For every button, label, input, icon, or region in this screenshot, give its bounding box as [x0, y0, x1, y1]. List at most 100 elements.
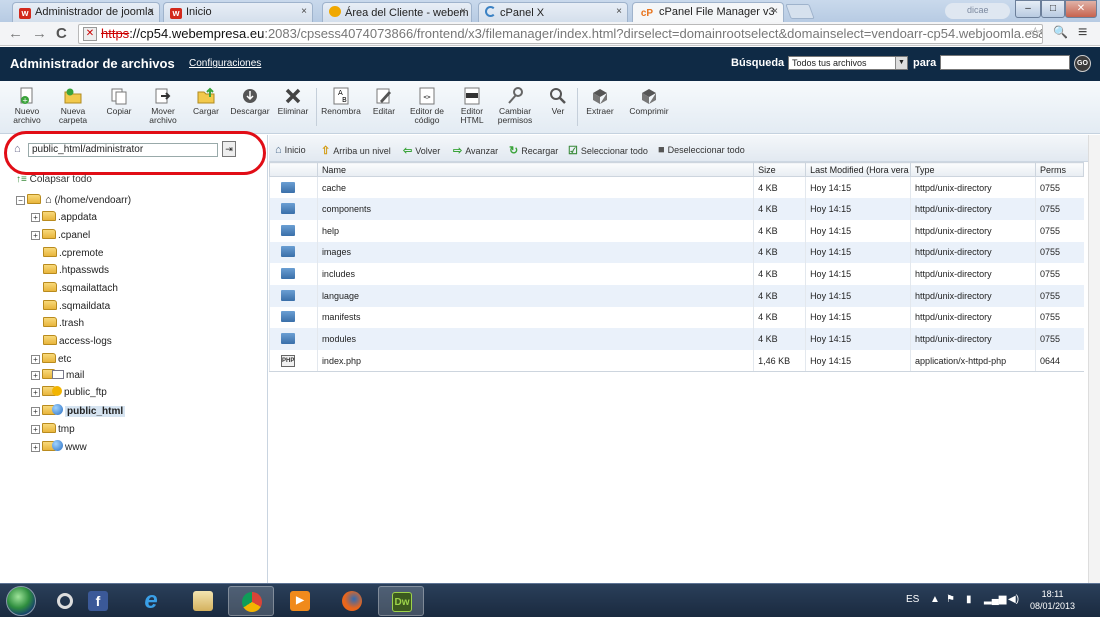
rename-button[interactable]: AB Renombra — [320, 87, 362, 116]
up-level-button[interactable]: ⇧ Arriba un nivel — [321, 144, 391, 157]
tab-cpanel-x[interactable]: cPanel X × — [478, 2, 628, 22]
file-perms[interactable]: 0755 — [1034, 198, 1084, 220]
close-tab-icon[interactable]: × — [460, 6, 466, 17]
close-tab-icon[interactable]: × — [148, 6, 154, 17]
forward-icon[interactable]: → — [32, 25, 47, 42]
settings-link[interactable]: Configuraciones — [189, 58, 261, 69]
table-row[interactable]: language 4 KB Hoy 14:15 httpd/unix-direc… — [269, 284, 1084, 307]
file-perms[interactable]: 0755 — [1034, 219, 1084, 242]
table-row[interactable]: PHP index.php 1,46 KB Hoy 14:15 applicat… — [269, 350, 1084, 373]
signal-icon[interactable]: ▂▄▆ — [984, 594, 1006, 605]
back-icon[interactable]: ← — [8, 25, 23, 42]
taskbar-app[interactable]: f — [75, 586, 121, 616]
tree-item-htpasswds[interactable]: .htpasswds — [43, 264, 109, 278]
taskbar-app-active[interactable]: Dw — [378, 586, 424, 616]
file-perms[interactable]: 0755 — [1034, 284, 1084, 307]
tab-area-cliente[interactable]: Área del Cliente - webem × — [322, 2, 472, 22]
perms-column-header[interactable]: Perms — [1034, 162, 1085, 177]
table-row[interactable]: images 4 KB Hoy 14:15 httpd/unix-directo… — [269, 241, 1084, 264]
file-perms[interactable]: 0755 — [1034, 241, 1084, 264]
view-button[interactable]: Ver — [544, 87, 572, 116]
home-nav-button[interactable]: ⌂ Inicio — [275, 144, 306, 156]
download-button[interactable]: Descargar — [228, 87, 272, 116]
tree-item-tmp[interactable]: + tmp — [31, 423, 75, 437]
tree-item-access-logs[interactable]: access-logs — [43, 335, 112, 349]
file-name[interactable]: help — [316, 219, 754, 242]
table-row[interactable]: modules 4 KB Hoy 14:15 httpd/unix-direct… — [269, 328, 1084, 350]
search-input[interactable] — [940, 55, 1070, 70]
system-clock[interactable]: 18:11 08/01/2013 — [1030, 588, 1075, 612]
bookmark-star-icon[interactable]: ☆ — [1029, 24, 1042, 41]
file-name[interactable]: cache — [316, 176, 754, 199]
collapse-all-link[interactable]: ↑≡ Colapsar todo — [16, 174, 92, 185]
change-permissions-button[interactable]: Cambiar permisos — [494, 87, 536, 125]
tree-item-cpanel[interactable]: + .cpanel — [31, 229, 90, 243]
start-button[interactable] — [6, 586, 36, 616]
table-row[interactable]: manifests 4 KB Hoy 14:15 httpd/unix-dire… — [269, 306, 1084, 329]
file-perms[interactable]: 0644 — [1034, 350, 1084, 373]
tree-item-cpremote[interactable]: .cpremote — [43, 247, 103, 261]
forward-nav-button[interactable]: ⇨ Avanzar — [453, 144, 498, 157]
tree-item-sqmaildata[interactable]: .sqmaildata — [43, 300, 110, 314]
tree-item-etc[interactable]: + etc — [31, 353, 71, 367]
file-perms[interactable]: 0755 — [1034, 263, 1084, 285]
table-row[interactable]: help 4 KB Hoy 14:15 httpd/unix-directory… — [269, 219, 1084, 242]
tree-item-trash[interactable]: .trash — [43, 317, 84, 331]
language-indicator[interactable]: ES — [906, 594, 919, 605]
file-name[interactable]: index.php — [316, 350, 754, 373]
url-input[interactable]: ✕ https://cp54.webempresa.eu:2083/cpsess… — [78, 24, 1043, 44]
taskbar-app[interactable] — [180, 586, 226, 616]
taskbar-app[interactable]: ▶ — [277, 586, 323, 616]
size-column-header[interactable]: Size — [753, 162, 807, 177]
file-name[interactable]: components — [316, 198, 754, 220]
search-icon[interactable]: 🔍 — [1053, 25, 1068, 39]
search-scope-select[interactable]: Todos tus archivos ▼ — [788, 56, 908, 70]
file-name[interactable]: includes — [316, 263, 754, 285]
maximize-button[interactable]: □ — [1041, 0, 1065, 18]
tree-item-public-html[interactable]: + public_html — [31, 404, 126, 418]
upload-button[interactable]: Cargar — [190, 87, 222, 116]
table-row[interactable]: includes 4 KB Hoy 14:15 httpd/unix-direc… — [269, 263, 1084, 285]
taskbar-app[interactable]: e — [128, 586, 174, 616]
taskbar-app-active[interactable] — [228, 586, 274, 616]
taskbar-app[interactable] — [329, 586, 375, 616]
move-file-button[interactable]: Mover archivo — [144, 87, 182, 125]
file-name[interactable]: manifests — [316, 306, 754, 329]
battery-icon[interactable]: ▮ — [966, 594, 972, 605]
name-column-header[interactable]: Name — [316, 162, 755, 177]
reload-icon[interactable]: C — [56, 25, 67, 42]
table-row[interactable]: cache 4 KB Hoy 14:15 httpd/unix-director… — [269, 176, 1084, 199]
extract-button[interactable]: Extraer — [582, 87, 618, 116]
tree-item-public-ftp[interactable]: + public_ftp — [31, 386, 107, 400]
delete-button[interactable]: Eliminar — [274, 87, 312, 116]
file-perms[interactable]: 0755 — [1034, 328, 1084, 350]
network-flag-icon[interactable]: ⚑ — [946, 594, 955, 605]
close-tab-icon[interactable]: × — [616, 6, 622, 17]
tree-item-www[interactable]: + www — [31, 440, 87, 454]
new-tab-button[interactable] — [785, 4, 815, 19]
tree-root[interactable]: − ⌂ (/home/vendoarr) — [16, 193, 131, 207]
file-name[interactable]: language — [316, 284, 754, 307]
tree-item-appdata[interactable]: + .appdata — [31, 211, 97, 225]
tree-item-mail[interactable]: + mail — [31, 369, 84, 383]
edit-button[interactable]: Editar — [368, 87, 400, 116]
reload-nav-button[interactable]: ↻ Recargar — [509, 144, 558, 157]
tab-file-manager[interactable]: cP cPanel File Manager v3 × — [632, 2, 784, 23]
type-column-header[interactable]: Type — [910, 162, 1036, 177]
close-window-button[interactable]: ✕ — [1065, 0, 1097, 18]
tab-inicio[interactable]: w Inicio × — [163, 2, 313, 22]
modified-column-header[interactable]: Last Modified (Hora vera — [805, 162, 912, 177]
table-row[interactable]: components 4 KB Hoy 14:15 httpd/unix-dir… — [269, 198, 1084, 220]
volume-icon[interactable]: ◀) — [1008, 594, 1019, 605]
tab-search-box[interactable]: dicae — [945, 3, 1010, 19]
select-all-button[interactable]: ☑ Seleccionar todo — [568, 144, 648, 157]
minimize-button[interactable]: – — [1015, 0, 1041, 18]
file-name[interactable]: images — [316, 241, 754, 264]
tab-joomla-admin[interactable]: w Administrador de joomla × — [12, 2, 160, 22]
copy-button[interactable]: Copiar — [102, 87, 136, 116]
show-hidden-icons-icon[interactable]: ▲ — [930, 594, 940, 605]
back-nav-button[interactable]: ⇦ Volver — [403, 144, 440, 157]
close-tab-icon[interactable]: × — [301, 6, 307, 17]
vertical-scrollbar[interactable] — [1088, 135, 1100, 583]
tree-item-sqmailattach[interactable]: .sqmailattach — [43, 282, 118, 296]
